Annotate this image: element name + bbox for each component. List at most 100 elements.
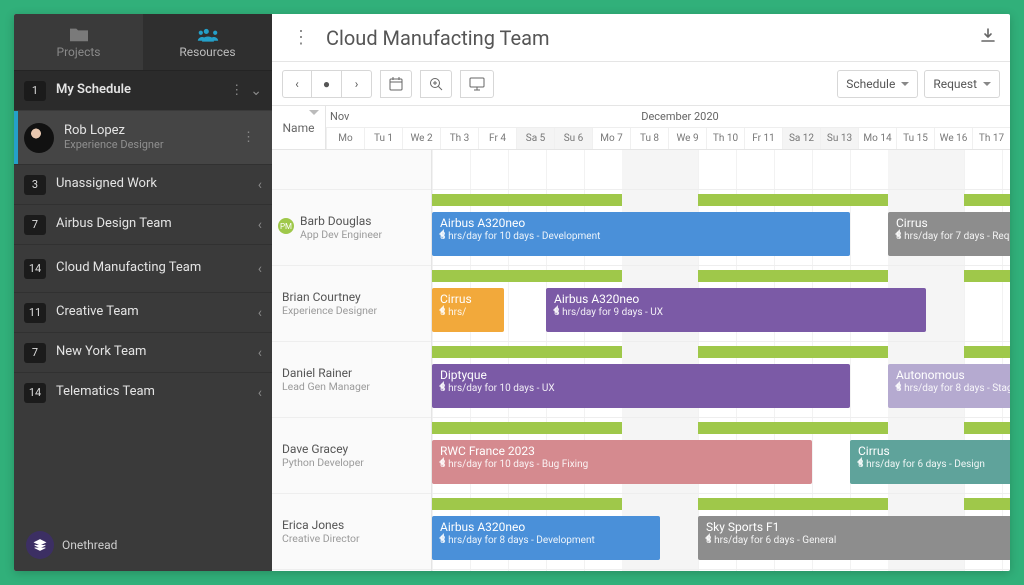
resource-name-cell[interactable]: Erica JonesCreative Director [272,494,431,570]
brand-label: Onethread [62,538,117,552]
day-header: Sa 12 [782,128,820,149]
day-header: Tu 8 [630,128,668,149]
more-icon[interactable]: ⋮ [242,130,256,145]
my-schedule-label: My Schedule [56,83,230,98]
chevron-down-icon[interactable]: ⌄ [250,83,262,99]
resource-role: Lead Gen Manager [282,380,421,393]
resource-name: Daniel Rainer [282,366,421,380]
timeline-lanes[interactable]: Airbus A320neo8 hrs/day for 10 days - De… [432,150,1010,571]
badge: 3 [24,175,46,195]
task-label: Sky Sports F1 [706,521,1010,535]
day-header: Mo 7 [592,128,630,149]
availability-strip [964,498,1010,510]
chevron-left-icon: ‹ [258,385,262,401]
chevron-left-icon: ‹ [258,305,262,321]
day-header: Fr 4 [478,128,516,149]
resource-name-cell[interactable]: Daniel RainerLead Gen Manager [272,342,431,418]
task-bar[interactable]: Airbus A320neo8 hrs/day for 10 days - De… [432,212,850,256]
user-role: Experience Designer [64,139,242,152]
task-sub: 8 hrs/day for 7 days - Require [896,231,1010,243]
tab-resources-label: Resources [179,45,235,59]
pm-badge: PM [278,218,294,234]
availability-strip [964,194,1010,206]
more-icon[interactable]: ⋮ [230,83,244,98]
schedule-dropdown[interactable]: Schedule [837,70,918,98]
timeline-lane[interactable]: Airbus A320neo8 hrs/day for 8 days - Dev… [432,494,1010,570]
day-header: Su 13 [820,128,858,149]
more-icon[interactable]: ⋮ [286,27,316,48]
sidebar-item-telematics[interactable]: 14 Telematics Team ‹ [14,372,272,412]
chevron-left-icon: ‹ [258,261,262,277]
page-title: Cloud Manufacting Team [326,26,550,50]
day-header: We 9 [668,128,706,149]
download-icon[interactable] [980,28,996,48]
sidebar: Projects Resources 1 My Schedule ⋮ ⌄ Rob… [14,14,272,571]
resource-name-cell[interactable] [272,150,431,190]
sidebar-item-airbus[interactable]: 7 Airbus Design Team ‹ [14,204,272,244]
task-bar[interactable]: Cirrus8 hrs/day for 6 days - Design [850,440,1010,484]
sidebar-item-unassigned[interactable]: 3 Unassigned Work ‹ [14,164,272,204]
request-dropdown[interactable]: Request [924,70,1000,98]
badge: 7 [24,215,46,235]
task-label: Cirrus [858,445,1010,459]
tab-resources[interactable]: Resources [143,14,272,70]
availability-strip [698,270,888,282]
resource-name-cell[interactable]: PMBarb DouglasApp Dev Engineer [272,190,431,266]
task-bar[interactable]: Sky Sports F18 hrs/day for 6 days - Gene… [698,516,1010,560]
task-bar[interactable]: Autonomous8 hrs/day for 8 days - Staging [888,364,1010,408]
timeline-lane[interactable]: RWC France 20238 hrs/day for 10 days - B… [432,418,1010,494]
task-label: Airbus A320neo [440,217,842,231]
task-bar[interactable]: Diptyque8 hrs/day for 10 days - UX [432,364,850,408]
names-column: PMBarb DouglasApp Dev EngineerBrian Cour… [272,150,432,571]
month-label-nov: Nov [326,106,350,127]
day-header: Tu 15 [896,128,934,149]
day-header: Th 3 [440,128,478,149]
timeline-lane[interactable]: Cirrus8 hrs/Airbus A320neo8 hrs/day for … [432,266,1010,342]
main: ⋮ Cloud Manufacting Team ‹ ● › [272,14,1010,571]
chevron-left-icon: ‹ [258,217,262,233]
task-sub: 8 hrs/day for 10 days - Development [440,231,842,243]
name-column-header[interactable]: Name [272,106,326,149]
task-bar[interactable]: Airbus A320neo8 hrs/day for 8 days - Dev… [432,516,660,560]
sidebar-user[interactable]: Rob Lopez Experience Designer ⋮ [14,110,272,164]
task-bar[interactable]: Airbus A320neo8 hrs/day for 9 days - UX [546,288,926,332]
timeline-lane[interactable] [432,150,1010,190]
task-bar[interactable]: Cirrus8 hrs/day for 7 days - Require [888,212,1010,256]
task-bar[interactable]: RWC France 20238 hrs/day for 10 days - B… [432,440,812,484]
sidebar-item-label: Cloud Manufacting Team [56,261,258,276]
sidebar-my-schedule[interactable]: 1 My Schedule ⋮ ⌄ [14,70,272,110]
timeline-lane[interactable]: Diptyque8 hrs/day for 10 days - UX Autono… [432,342,1010,418]
prev-button[interactable]: ‹ [282,70,312,98]
display-button[interactable] [460,70,494,98]
resource-name-cell[interactable]: Brian CourtneyExperience Designer [272,266,431,342]
zoom-button[interactable] [420,70,452,98]
sidebar-item-cloud[interactable]: 14 Cloud Manufacting Team ‹ [14,244,272,292]
resource-name-cell[interactable]: Dave GraceyPython Developer [272,418,431,494]
day-header: Tu 1 [364,128,402,149]
task-sub: 8 hrs/day for 10 days - Bug Fixing [440,459,804,471]
task-sub: 8 hrs/ [440,307,496,319]
task-label: Airbus A320neo [440,521,652,535]
next-button[interactable]: › [342,70,372,98]
availability-strip [698,498,888,510]
sidebar-item-creative[interactable]: 11 Creative Team ‹ [14,292,272,332]
timeline-lane[interactable]: Airbus A320neo8 hrs/day for 10 days - De… [432,190,1010,266]
task-bar[interactable]: Cirrus8 hrs/ [432,288,504,332]
resource-role: App Dev Engineer [300,228,421,241]
resource-role: Experience Designer [282,304,421,317]
availability-strip [964,346,1010,358]
sidebar-item-newyork[interactable]: 7 New York Team ‹ [14,332,272,372]
today-button[interactable]: ● [312,70,342,98]
badge: 14 [24,383,46,403]
availability-strip [964,270,1010,282]
tab-projects[interactable]: Projects [14,14,143,70]
task-label: RWC France 2023 [440,445,804,459]
resource-role: Python Developer [282,456,421,469]
day-header: Th 10 [706,128,744,149]
resource-role: Creative Director [282,532,421,545]
calendar-button[interactable] [380,70,412,98]
sidebar-item-label: Telematics Team [56,385,258,400]
task-sub: 8 hrs/day for 10 days - UX [440,383,842,395]
chevron-left-icon: ‹ [258,177,262,193]
tab-projects-label: Projects [57,45,101,59]
